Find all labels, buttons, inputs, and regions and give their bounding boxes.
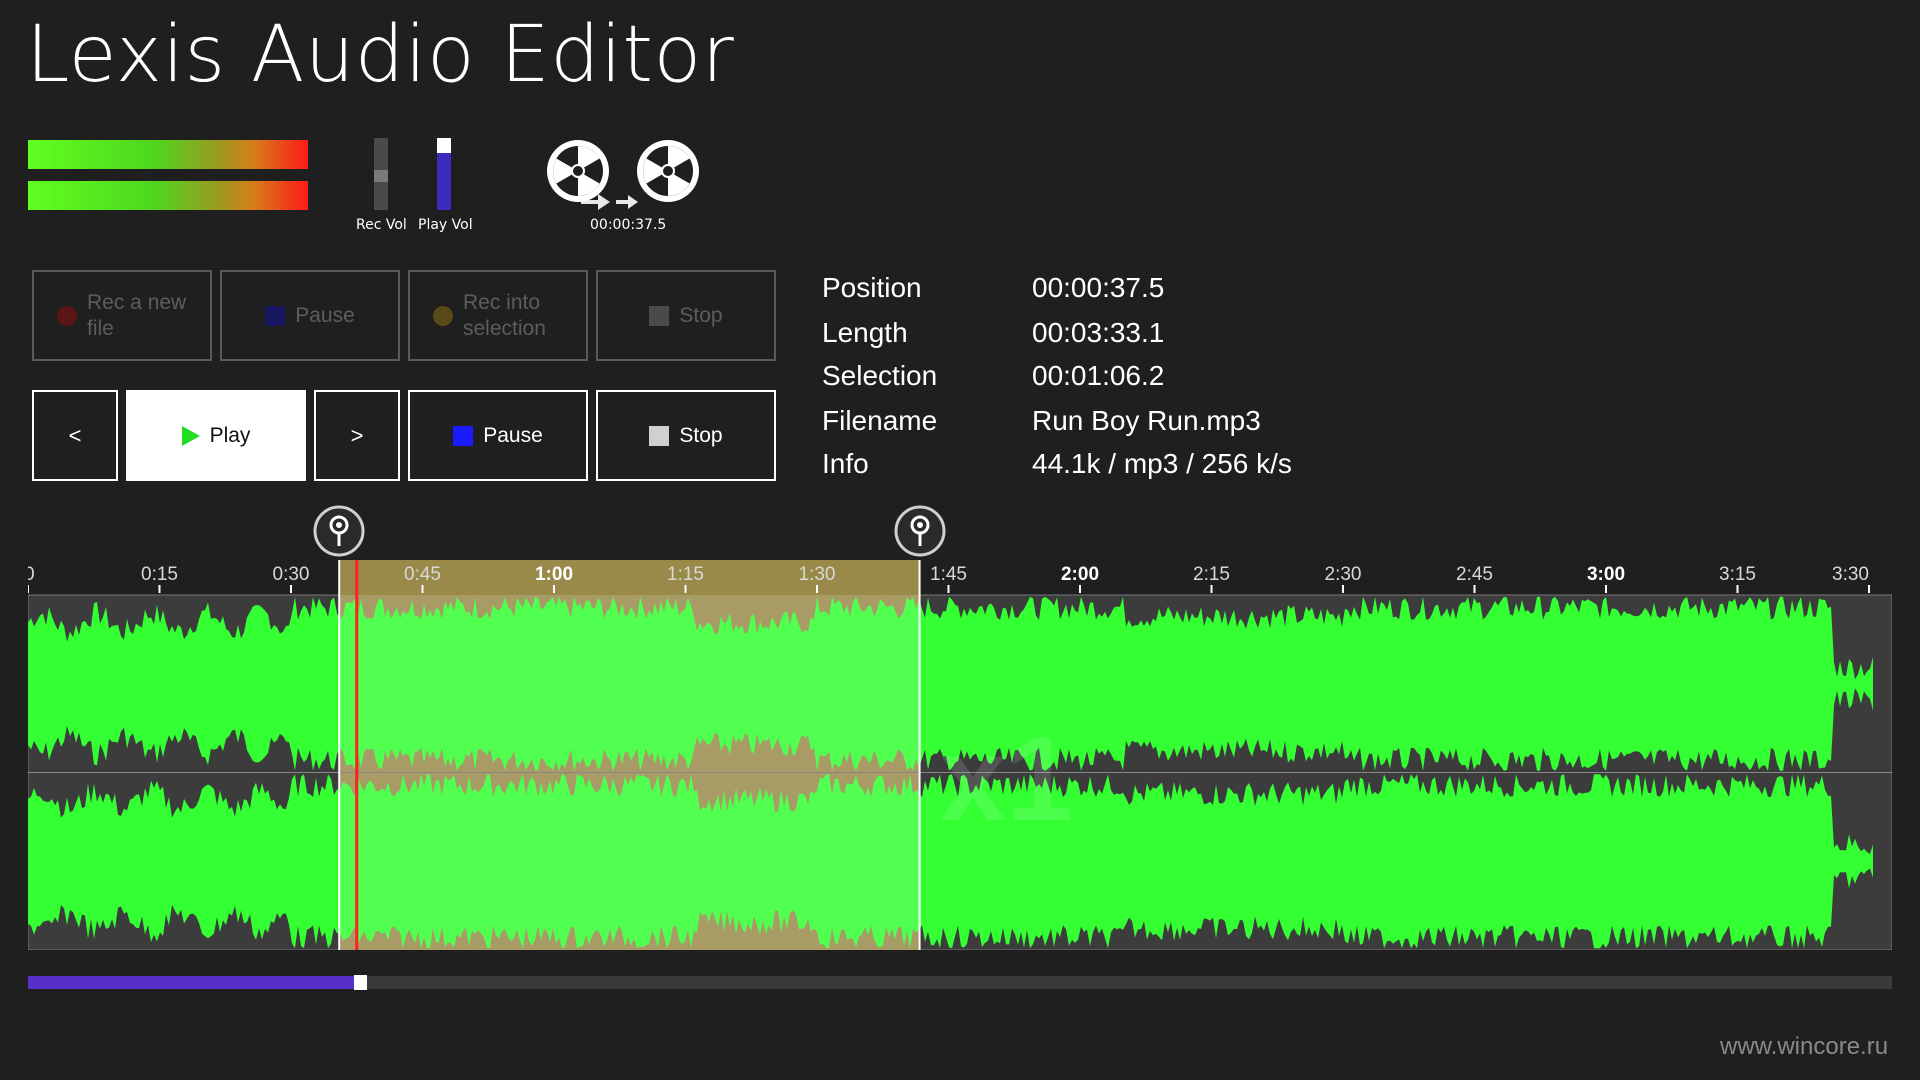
play-vol-thumb[interactable]	[437, 138, 451, 153]
info-value-length: 00:03:33.1	[1032, 317, 1165, 348]
timeline-tick-label: 0:30	[273, 564, 310, 585]
play-vol-slider[interactable]	[437, 138, 451, 210]
waveform-timeline[interactable]: x1 0 0:15 0:30 0:45 1:00 1:15 1:30 1:45 2:00 2:15 2…	[28, 560, 1892, 950]
info-label-length: Length	[822, 317, 908, 348]
play-vol-label: Play Vol	[418, 217, 473, 233]
right-reel-icon	[637, 140, 699, 202]
timeline-tick-label: 2:45	[1456, 564, 1493, 585]
pause-label: Pause	[483, 423, 543, 447]
tape-time: 00:00:37.5	[590, 217, 667, 233]
timeline-tick-label: 3:00	[1587, 564, 1625, 585]
timeline-tick-label: 2:15	[1193, 564, 1230, 585]
timeline-tick-label: 3:30	[1832, 564, 1869, 585]
rec-into-selection-button[interactable]: Rec into selection	[408, 270, 588, 361]
info-value-info: 44.1k / mp3 / 256 k/s	[1032, 448, 1292, 479]
rec-vol-label: Rec Vol	[356, 217, 407, 233]
timeline-tick-label: 1:45	[930, 564, 967, 585]
play-label: Play	[209, 423, 251, 447]
timeline-tick-label: 1:15	[667, 564, 704, 585]
watermark: www.wincore.ru	[1720, 1033, 1889, 1060]
rec-new-file-button[interactable]: Rec a new file	[32, 270, 212, 361]
previous-button[interactable]: <	[32, 390, 118, 481]
info-label-selection: Selection	[822, 360, 938, 391]
rec-pause-button[interactable]: Pause	[220, 270, 400, 361]
timeline-tick-label: 0:15	[141, 564, 178, 585]
stop-icon	[649, 305, 670, 326]
info-value-filename: Run Boy Run.mp3	[1032, 405, 1261, 436]
pause-button[interactable]: Pause	[408, 390, 588, 481]
next-button[interactable]: >	[314, 390, 400, 481]
rec-new-file-label: Rec a new file	[87, 290, 187, 340]
info-label-info: Info	[822, 448, 869, 479]
rec-into-selection-label: Rec into selection	[463, 290, 546, 340]
left-reel-icon	[547, 140, 609, 202]
stop-label: Stop	[679, 423, 723, 447]
info-label-position: Position	[822, 272, 922, 303]
next-label: >	[350, 422, 364, 448]
stop-icon	[649, 425, 670, 446]
rec-vol-slider[interactable]	[374, 138, 388, 210]
timeline-scrollbar-thumb[interactable]	[354, 975, 367, 990]
info-value-position: 00:00:37.5	[1032, 272, 1165, 303]
timeline-tick-label: 2:00	[1061, 564, 1099, 585]
rec-stop-button[interactable]: Stop	[596, 270, 776, 361]
info-label-filename: Filename	[822, 405, 938, 436]
info-value-selection: 00:01:06.2	[1032, 360, 1165, 391]
record-icon	[57, 305, 77, 326]
timeline-tick-label: 1:30	[799, 564, 836, 585]
play-icon	[181, 425, 200, 446]
play-button[interactable]: Play	[126, 390, 306, 481]
timeline-tick-label: 0:45	[404, 564, 441, 585]
pause-icon	[453, 425, 474, 446]
rec-stop-label: Stop	[679, 303, 723, 327]
selection-start-marker-icon[interactable]	[312, 504, 366, 558]
tape-reels-icon	[547, 140, 699, 210]
zoom-label: x1	[940, 712, 1073, 846]
timeline-tick-label: 0	[28, 564, 35, 585]
timeline-scrollbar-fill	[28, 976, 354, 989]
stop-button[interactable]: Stop	[596, 390, 776, 481]
selection-end-marker-icon[interactable]	[893, 504, 947, 558]
previous-label: <	[68, 422, 82, 448]
record-icon	[433, 305, 453, 326]
timeline-tick-label: 2:30	[1325, 564, 1362, 585]
pause-icon	[265, 305, 286, 326]
app-title: Lexis Audio Editor	[26, 10, 735, 100]
left-level-meter	[28, 140, 308, 169]
rec-vol-thumb[interactable]	[374, 170, 388, 182]
rec-pause-label: Pause	[295, 303, 355, 327]
right-level-meter	[28, 181, 308, 210]
timeline-tick-label: 3:15	[1719, 564, 1756, 585]
timeline-tick-label: 1:00	[535, 564, 573, 585]
